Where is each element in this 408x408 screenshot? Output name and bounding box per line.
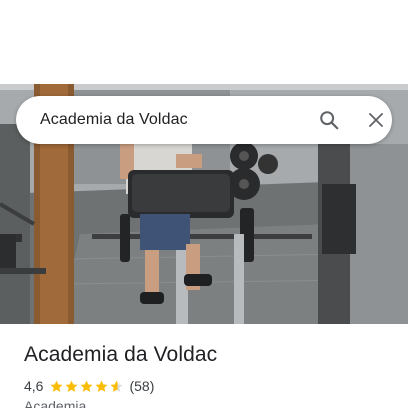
place-title: Academia da Voldac xyxy=(24,343,218,366)
search-bar[interactable]: Academia da Voldac xyxy=(16,96,392,144)
rating-row[interactable]: 4,6 (58) xyxy=(24,377,154,395)
rating-stars xyxy=(49,379,124,394)
clear-search-button[interactable] xyxy=(360,104,392,136)
close-icon xyxy=(369,113,383,127)
star-icon xyxy=(66,380,78,392)
search-icon xyxy=(320,111,339,130)
star-icon xyxy=(111,380,123,392)
star-icon xyxy=(96,380,108,392)
star-icon xyxy=(81,380,93,392)
search-input[interactable]: Academia da Voldac xyxy=(40,111,188,129)
place-info-panel[interactable]: Academia da Voldac 4,6 (58) Academia xyxy=(0,324,408,408)
review-count[interactable]: (58) xyxy=(129,378,154,394)
maps-place-screen: Academia da Voldac Academia da Voldac 4,… xyxy=(0,0,408,408)
search-button[interactable] xyxy=(312,104,346,136)
place-category: Academia xyxy=(24,398,87,408)
rating-value: 4,6 xyxy=(24,378,44,394)
star-icon xyxy=(51,380,63,392)
